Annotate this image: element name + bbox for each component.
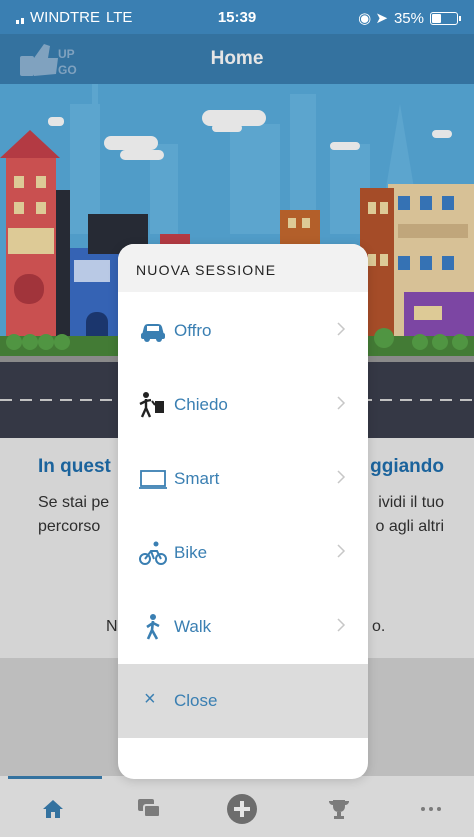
sheet-header: NUOVA SESSIONE [118, 244, 368, 292]
chevron-right-icon [337, 544, 346, 558]
close-icon: × [144, 688, 156, 710]
session-option-bike[interactable]: Bike [118, 516, 368, 590]
car-icon [141, 324, 165, 342]
session-option-walk[interactable]: Walk [118, 590, 368, 664]
session-option-label: Smart [174, 469, 220, 488]
session-option-label: Chiedo [174, 395, 228, 414]
close-label: Close [174, 691, 218, 710]
battery-percent: 35% [393, 9, 424, 27]
chevron-right-icon [337, 322, 346, 336]
walk-icon [146, 614, 160, 640]
new-session-sheet: NUOVA SESSIONE Offro Chiedo Smart Bike W… [118, 244, 368, 779]
status-bar: WINDTRE LTE 15:39 ◉ ➤ 35% [0, 0, 474, 54]
close-button[interactable]: × Close [118, 664, 368, 738]
session-option-offro[interactable]: Offro [118, 294, 368, 368]
session-option-label: Bike [174, 543, 208, 562]
sheet-title: NUOVA SESSIONE [136, 262, 277, 278]
hitchhike-icon [139, 392, 164, 418]
chevron-right-icon [337, 618, 346, 632]
bike-icon [139, 541, 167, 565]
location-icon: ◉ ➤ [358, 10, 388, 27]
chevron-right-icon [337, 396, 346, 410]
status-right: ◉ ➤ 35% [358, 9, 461, 27]
chevron-right-icon [337, 470, 346, 484]
session-option-label: Offro [174, 321, 212, 340]
session-option-smart[interactable]: Smart [118, 442, 368, 516]
battery-icon [430, 11, 461, 25]
session-option-label: Walk [174, 617, 212, 636]
session-option-chiedo[interactable]: Chiedo [118, 368, 368, 442]
laptop-icon [139, 470, 167, 489]
